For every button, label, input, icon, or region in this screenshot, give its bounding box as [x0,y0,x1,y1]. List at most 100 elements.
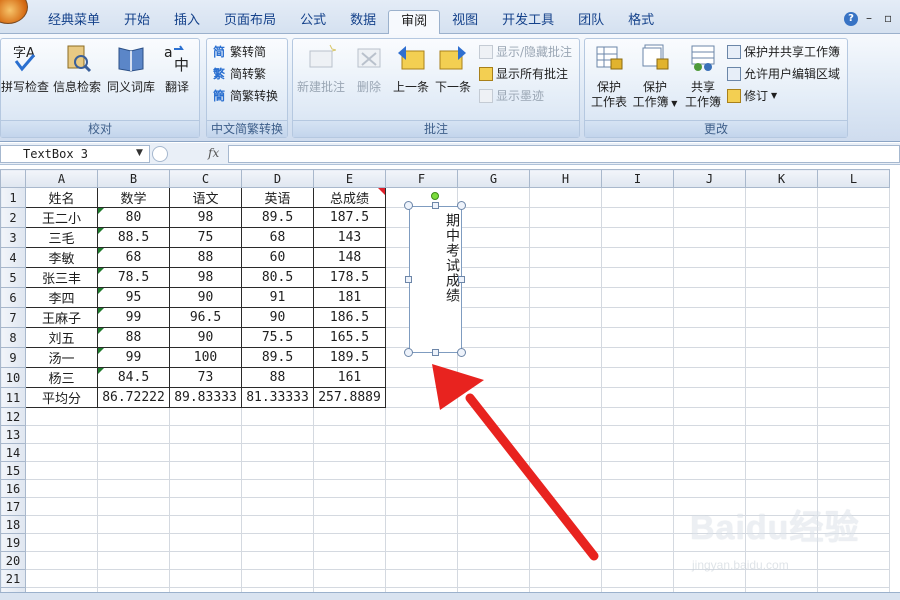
ribbon-tab[interactable]: 插入 [162,10,212,34]
cell[interactable] [601,267,674,288]
cell[interactable] [97,497,170,516]
cell[interactable] [457,443,530,462]
resize-handle-top-left[interactable] [404,201,413,210]
cell[interactable] [745,287,818,308]
cell[interactable] [313,551,386,570]
cell[interactable]: 数学 [97,187,170,208]
protect-workbook-button[interactable]: 保护 工作簿 ▼ [629,43,681,111]
cell[interactable] [25,497,98,516]
cell[interactable] [601,307,674,328]
cell[interactable] [25,551,98,570]
cell[interactable] [529,327,602,348]
cell[interactable] [97,479,170,498]
cell[interactable] [241,533,314,552]
cell[interactable] [529,307,602,328]
cell[interactable] [385,407,458,426]
cell[interactable] [673,207,746,228]
column-header[interactable]: J [673,169,746,188]
cell[interactable] [529,187,602,208]
column-header[interactable]: K [745,169,818,188]
cell[interactable] [529,551,602,570]
cell[interactable]: 语文 [169,187,242,208]
cell[interactable]: 90 [169,287,242,308]
cell[interactable] [457,515,530,534]
row-header[interactable]: 6 [0,287,26,308]
cell[interactable]: 78.5 [97,267,170,288]
cell[interactable] [25,407,98,426]
cell[interactable] [457,327,530,348]
cell[interactable] [385,551,458,570]
resize-handle-bottom-left[interactable] [404,348,413,357]
row-header[interactable]: 7 [0,307,26,328]
cell[interactable]: 90 [241,307,314,328]
formula-input[interactable] [228,145,900,163]
cell[interactable] [673,387,746,408]
cell[interactable] [817,287,890,308]
error-indicator-icon[interactable] [98,268,104,274]
cell[interactable]: 三毛 [25,227,98,248]
cell[interactable] [313,461,386,480]
resize-handle-bottom-right[interactable] [457,348,466,357]
cell[interactable] [313,497,386,516]
cell[interactable] [169,407,242,426]
cell[interactable] [385,497,458,516]
cell[interactable] [313,425,386,444]
cell[interactable] [97,533,170,552]
cell[interactable] [601,367,674,388]
cell[interactable] [97,461,170,480]
cell[interactable]: 89.5 [241,347,314,368]
cell[interactable] [529,497,602,516]
cell[interactable]: 75 [169,227,242,248]
cell[interactable] [529,479,602,498]
cell[interactable] [601,515,674,534]
cell[interactable] [313,407,386,426]
cell[interactable] [457,425,530,444]
select-all-corner[interactable] [0,169,26,188]
insert-function-icon[interactable]: fx [208,146,219,160]
cell[interactable] [25,425,98,444]
cell[interactable]: 英语 [241,187,314,208]
cell[interactable] [169,443,242,462]
cell[interactable]: 181 [313,287,386,308]
cell[interactable] [313,569,386,588]
cell[interactable]: 88.5 [97,227,170,248]
cell[interactable] [25,443,98,462]
cell[interactable] [457,497,530,516]
cell[interactable] [25,569,98,588]
cell[interactable] [673,367,746,388]
office-button[interactable] [0,0,28,24]
resize-handle-bottom[interactable] [432,349,439,356]
cell[interactable] [25,515,98,534]
convert-chinese-button[interactable]: 簡 简繁转换 [213,86,278,106]
cell[interactable] [241,461,314,480]
cell[interactable] [97,407,170,426]
cell[interactable] [169,569,242,588]
cell[interactable] [817,227,890,248]
cell[interactable] [673,187,746,208]
cell[interactable]: 187.5 [313,207,386,228]
cell[interactable] [241,497,314,516]
cell[interactable] [601,407,674,426]
show-hide-comment-button[interactable]: 显示/隐藏批注 [479,42,572,62]
minimize-ribbon-icon[interactable]: – [866,12,876,24]
cell[interactable] [529,347,602,368]
show-all-comments-button[interactable]: 显示所有批注 [479,64,568,84]
ribbon-tab[interactable]: 审阅 [388,10,441,34]
row-header[interactable]: 1 [0,187,26,208]
cell[interactable]: 99 [97,307,170,328]
cell[interactable] [529,425,602,444]
row-header[interactable]: 20 [0,551,26,570]
cell[interactable] [529,227,602,248]
thesaurus-button[interactable]: 同义词库 [105,43,157,95]
cell[interactable] [601,443,674,462]
cell[interactable] [241,425,314,444]
cell[interactable]: 80.5 [241,267,314,288]
ribbon-tab[interactable]: 视图 [440,10,490,34]
column-header[interactable]: E [313,169,386,188]
column-header[interactable]: I [601,169,674,188]
cell[interactable] [817,461,890,480]
new-comment-button[interactable]: 新建批注 [295,43,347,95]
trad-to-simp-button[interactable]: 简 繁转简 [213,42,266,62]
allow-edit-ranges-button[interactable]: 允许用户编辑区域 [727,64,840,84]
row-header[interactable]: 13 [0,425,26,444]
